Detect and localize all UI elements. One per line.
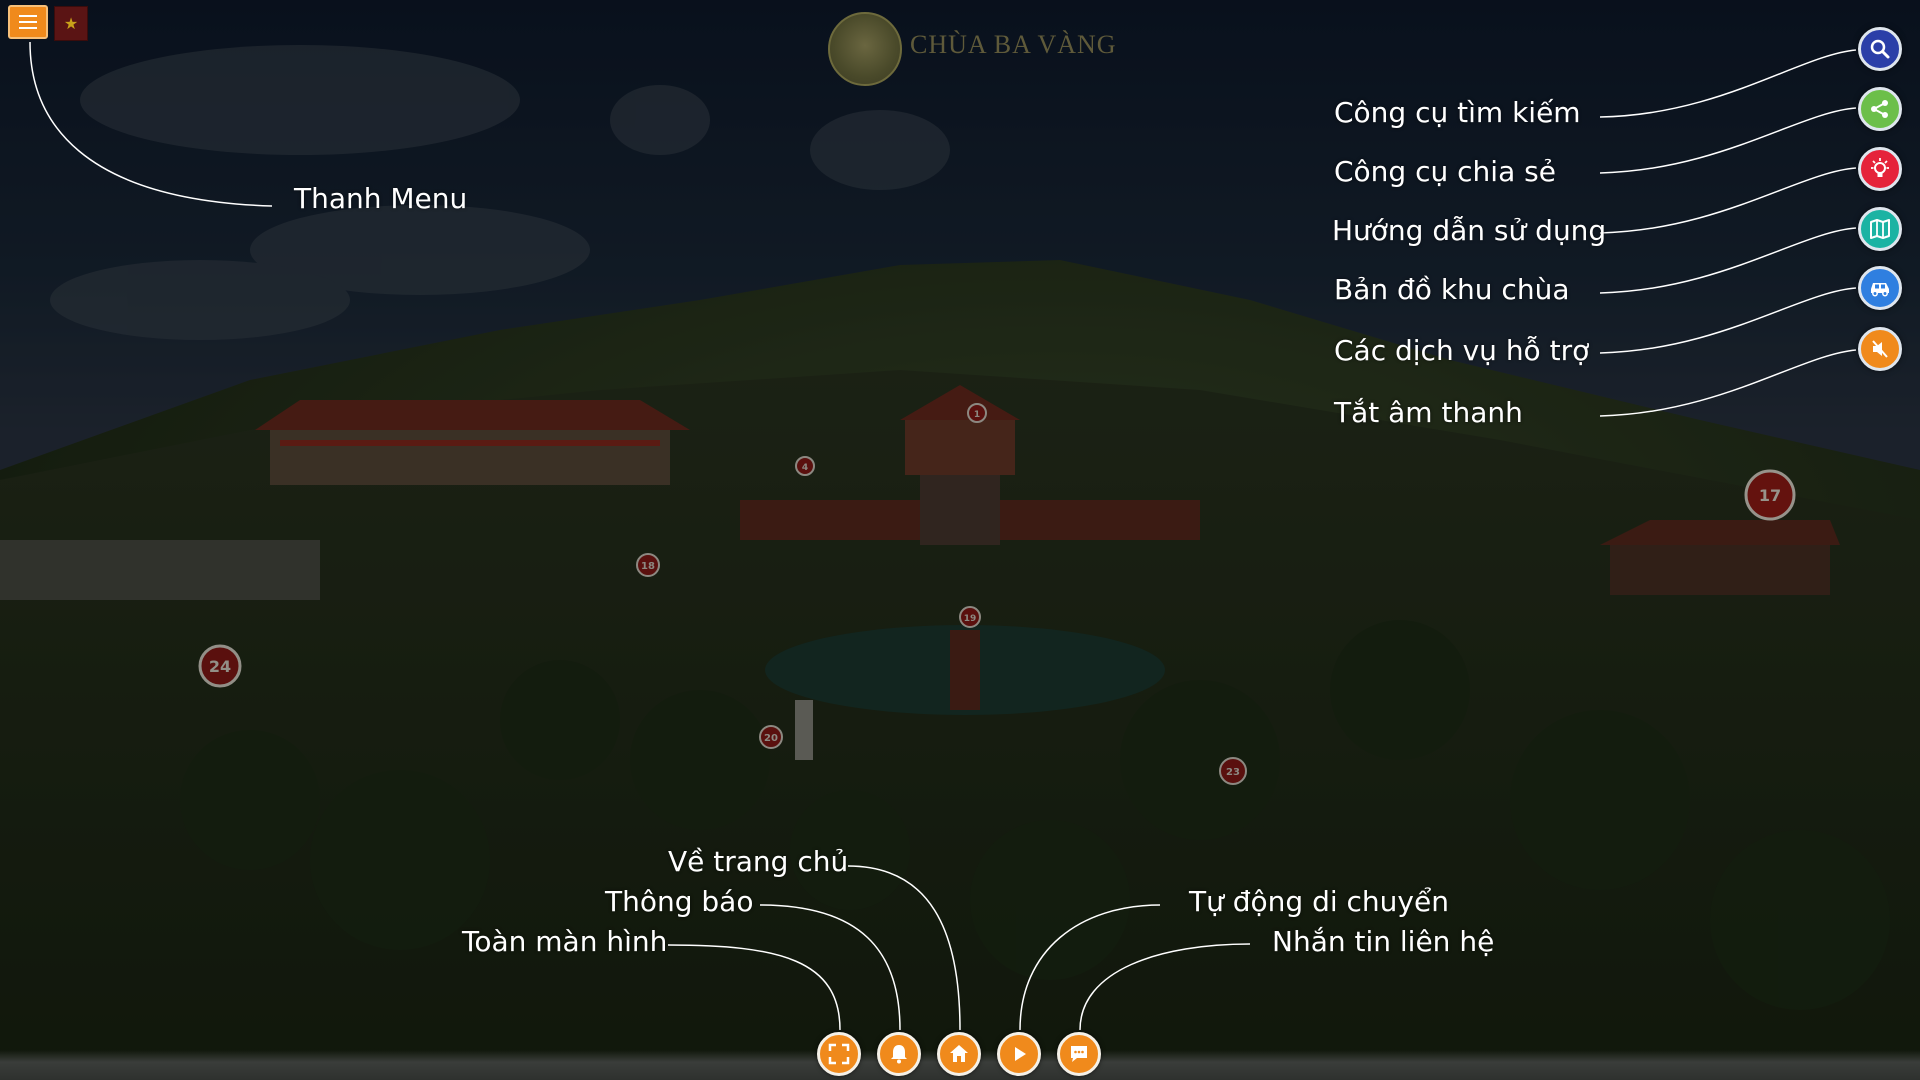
home-icon (950, 1045, 968, 1062)
mute-button[interactable] (1858, 327, 1902, 371)
services-button[interactable] (1858, 266, 1902, 310)
label-fullscreen: Toàn màn hình (462, 925, 668, 958)
fullscreen-button[interactable] (817, 1032, 861, 1076)
chat-icon (1071, 1046, 1087, 1062)
label-search: Công cụ tìm kiếm (1334, 96, 1581, 129)
mute-icon (1872, 340, 1888, 358)
map-button[interactable] (1858, 207, 1902, 251)
map-icon (1870, 219, 1890, 239)
label-autoplay: Tự động di chuyển (1189, 885, 1449, 918)
search-button[interactable] (1858, 27, 1902, 71)
search-icon (1870, 39, 1890, 59)
label-share: Công cụ chia sẻ (1334, 155, 1556, 188)
autoplay-button[interactable] (997, 1032, 1041, 1076)
language-flag-button[interactable]: ★ (54, 6, 88, 41)
label-menu: Thanh Menu (294, 182, 468, 215)
home-button[interactable] (937, 1032, 981, 1076)
logo-text: CHÙA BA VÀNG (910, 30, 1117, 59)
vietnam-flag-icon: ★ (63, 13, 79, 33)
lightbulb-icon (1871, 158, 1889, 177)
fullscreen-icon (828, 1043, 850, 1065)
car-icon (1871, 283, 1889, 297)
guide-button[interactable] (1858, 147, 1902, 191)
annotation-lines (29, 41, 1857, 1031)
share-icon (1871, 100, 1888, 118)
message-button[interactable] (1057, 1032, 1101, 1076)
hamburger-icon (19, 15, 37, 29)
label-services: Các dịch vụ hỗ trợ (1334, 334, 1590, 367)
label-map: Bản đồ khu chùa (1334, 273, 1570, 306)
label-guide: Hướng dẫn sử dụng (1332, 214, 1607, 247)
label-mute: Tắt âm thanh (1334, 396, 1523, 429)
logo-emblem (828, 12, 902, 86)
share-button[interactable] (1858, 87, 1902, 131)
bell-icon (891, 1045, 907, 1064)
notification-button[interactable] (877, 1032, 921, 1076)
label-home: Về trang chủ (668, 845, 849, 878)
menu-button[interactable] (8, 5, 48, 39)
label-message: Nhắn tin liên hệ (1272, 925, 1495, 958)
label-notify: Thông báo (605, 885, 754, 918)
play-icon (1015, 1047, 1026, 1061)
